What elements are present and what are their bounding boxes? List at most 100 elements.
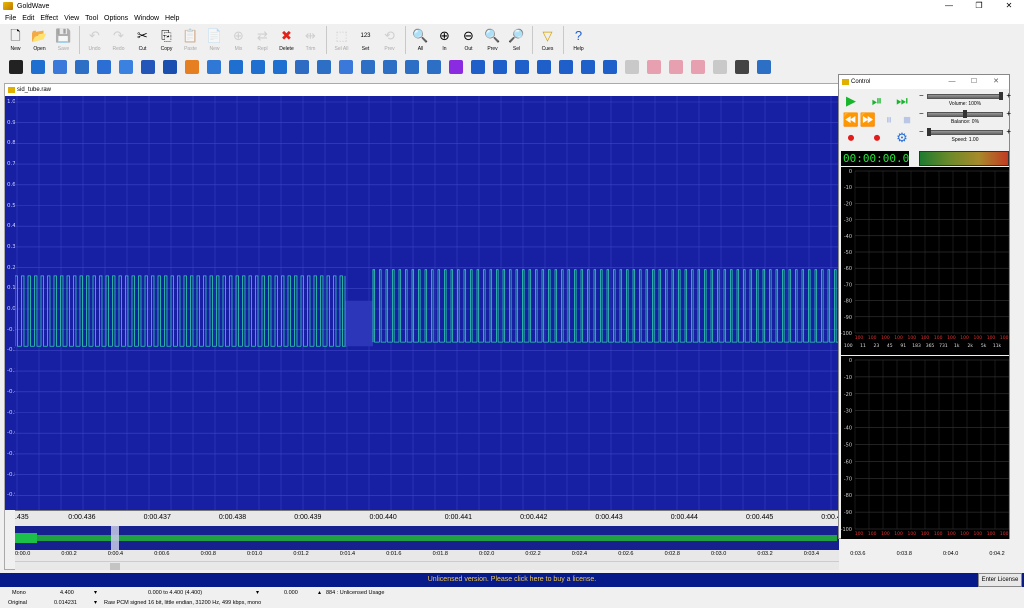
prev-selection-button[interactable]: ⟲ Prev	[378, 24, 401, 56]
delete-button[interactable]: ✖ Delete	[275, 24, 298, 56]
volume-down-button[interactable]	[555, 58, 577, 76]
zoom-selection-button[interactable]: 🔎 Sel	[505, 24, 528, 56]
zoom-prev-button[interactable]: 🔍 Prev	[481, 24, 504, 56]
timer-button[interactable]	[731, 58, 753, 76]
minimize-button[interactable]: —	[934, 0, 964, 12]
control-close-button[interactable]: ✕	[985, 75, 1007, 89]
cut-button[interactable]: ✂ Cut	[131, 24, 154, 56]
presets-button[interactable]	[709, 58, 731, 76]
license-banner[interactable]: Unlicensed version. Please click here to…	[0, 573, 1024, 587]
interpolate-button[interactable]	[357, 58, 379, 76]
speed-knob[interactable]	[927, 128, 931, 136]
menu-tool[interactable]: Tool	[85, 15, 98, 22]
menu-window[interactable]: Window	[134, 15, 159, 22]
volume-knob[interactable]	[999, 92, 1003, 100]
zoom-out-button[interactable]: ⊖ Out	[457, 24, 480, 56]
play-selection-button[interactable]: ⏯	[868, 92, 886, 109]
scrollbar-thumb[interactable]	[110, 563, 120, 570]
rewind-button[interactable]: ⏪	[842, 111, 860, 128]
speed-increase-button[interactable]: +	[1004, 128, 1011, 136]
equalizer-button[interactable]	[313, 58, 335, 76]
balance-decrease-button[interactable]: −	[919, 110, 926, 118]
enter-license-button[interactable]: Enter License	[978, 573, 1022, 587]
select-all-button[interactable]: ⬚ Sel All	[330, 24, 353, 56]
play-end-button[interactable]: ⏭	[893, 92, 911, 109]
overview-waveform[interactable]	[15, 526, 839, 550]
cues-button[interactable]: ▽ Cues	[536, 24, 559, 56]
paste-button[interactable]: 📋 Paste	[179, 24, 202, 56]
fade-in-button[interactable]	[467, 58, 489, 76]
new-button[interactable]: 🗋 New	[4, 24, 27, 56]
record-selection-button[interactable]: ⏺	[868, 129, 886, 146]
play-button[interactable]: ▶	[842, 92, 860, 109]
speed-slider[interactable]: − +	[919, 128, 1011, 136]
zoom-in-button[interactable]: ⊕ In	[433, 24, 456, 56]
mix-button[interactable]: ⊕ Mix	[227, 24, 250, 56]
pop-click-button[interactable]	[401, 58, 423, 76]
dynamics-button[interactable]	[27, 58, 49, 76]
trim-button[interactable]: ⇹ Trim	[299, 24, 322, 56]
volume-decrease-button[interactable]: −	[919, 92, 926, 100]
flanger-button[interactable]	[93, 58, 115, 76]
format-dropdown-icon[interactable]: ▾	[94, 598, 97, 608]
record-button[interactable]: ⏺	[842, 129, 860, 146]
control-restore-button[interactable]: ☐	[963, 75, 985, 89]
pitch-button[interactable]	[181, 58, 203, 76]
cue-button[interactable]	[643, 58, 665, 76]
volume-increase-button[interactable]: +	[1004, 92, 1011, 100]
paste-new-button[interactable]: 📄 New	[203, 24, 226, 56]
control-minimize-button[interactable]: —	[941, 75, 963, 89]
close-button[interactable]: ✕	[994, 0, 1024, 12]
speed-decrease-button[interactable]: −	[919, 128, 926, 136]
silence-button[interactable]	[621, 58, 643, 76]
pan-button[interactable]	[269, 58, 291, 76]
redo-button[interactable]: ↷ Redo	[107, 24, 130, 56]
fast-forward-button[interactable]: ⏩	[859, 111, 877, 128]
selection-dropdown-icon[interactable]: ▾	[256, 588, 259, 598]
fade-out-button[interactable]	[489, 58, 511, 76]
waveform-view[interactable]	[15, 96, 839, 510]
filter-button[interactable]	[71, 58, 93, 76]
speaker-button[interactable]	[599, 58, 621, 76]
stop-button[interactable]: ■	[898, 111, 916, 128]
device-controls-button[interactable]: ⚙	[893, 129, 911, 146]
stereo-button[interactable]	[423, 58, 445, 76]
mechanize-button[interactable]	[137, 58, 159, 76]
menu-options[interactable]: Options	[104, 15, 128, 22]
matrix-button[interactable]	[445, 58, 467, 76]
volume-slider[interactable]: − +	[919, 92, 1011, 100]
save-button[interactable]: 💾 Save	[52, 24, 75, 56]
menu-file[interactable]: File	[5, 15, 16, 22]
maximize-button[interactable]	[533, 58, 555, 76]
pause-button[interactable]: ⏸	[880, 111, 898, 128]
reverse-left-button[interactable]	[247, 58, 269, 76]
eq-button[interactable]	[203, 58, 225, 76]
copy-button[interactable]: ⎘ Copy	[155, 24, 178, 56]
invert-button[interactable]	[115, 58, 137, 76]
offset-button[interactable]	[159, 58, 181, 76]
echo-button[interactable]	[49, 58, 71, 76]
reverse-button[interactable]	[225, 58, 247, 76]
menu-view[interactable]: View	[64, 15, 79, 22]
time-axis[interactable]: .435 0:00.436 0:00.437 0:00.438 0:00.439 0:00…	[15, 510, 849, 526]
doppler-button[interactable]	[5, 58, 27, 76]
resample-button[interactable]	[291, 58, 313, 76]
horizontal-scrollbar[interactable]	[15, 561, 839, 570]
replace-button[interactable]: ⇄ Repl	[251, 24, 274, 56]
length-dropdown-icon[interactable]: ▾	[94, 588, 97, 598]
balance-knob[interactable]	[963, 110, 967, 118]
volume-up-button[interactable]	[577, 58, 599, 76]
restore-button[interactable]: ❐	[964, 0, 994, 12]
spectrum-display-bottom[interactable]: 0 -10 -20 -30 -40 -50 -60 -70 -80 -90 -100 100 100 10…	[841, 356, 1009, 539]
menu-edit[interactable]: Edit	[22, 15, 34, 22]
menu-effect[interactable]: Effect	[40, 15, 58, 22]
balance-increase-button[interactable]: +	[1004, 110, 1011, 118]
noise-reduction-button[interactable]	[335, 58, 357, 76]
channel-mixer-button[interactable]	[379, 58, 401, 76]
menu-help[interactable]: Help	[165, 15, 179, 22]
undo-button[interactable]: ↶ Undo	[83, 24, 106, 56]
batch-button[interactable]	[753, 58, 775, 76]
help-button[interactable]: ? Help	[567, 24, 590, 56]
set-button[interactable]: 123 Set	[354, 24, 377, 56]
marker-button[interactable]	[665, 58, 687, 76]
